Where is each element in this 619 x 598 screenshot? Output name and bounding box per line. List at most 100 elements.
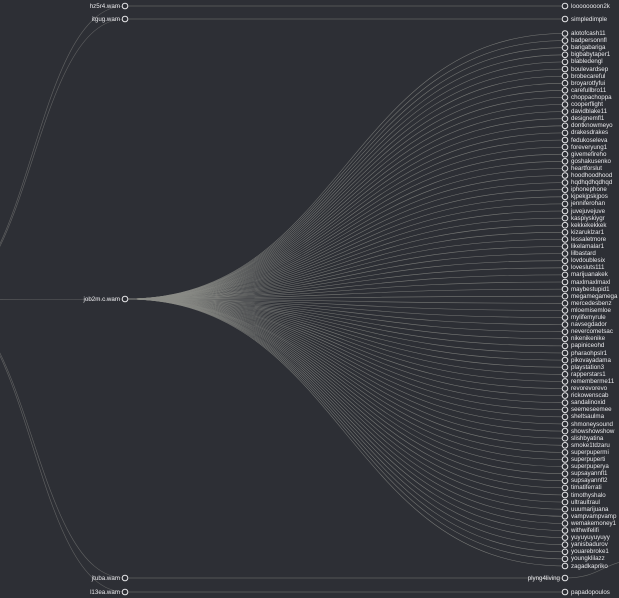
node-label: mloemisemloe xyxy=(571,306,611,314)
node-circle xyxy=(561,115,569,122)
tree-link xyxy=(124,132,566,300)
node-circle xyxy=(561,392,569,399)
node-circle xyxy=(561,186,569,193)
node-circle xyxy=(561,335,569,343)
node-label: kjpekjpskjpos xyxy=(571,193,608,201)
node-circle xyxy=(561,285,569,293)
node-circle xyxy=(561,555,569,563)
node-circle xyxy=(561,30,569,37)
node-circle xyxy=(561,15,569,23)
tree-link xyxy=(124,161,566,300)
node-circle xyxy=(561,406,569,414)
node-label: nikenikenike xyxy=(571,335,606,343)
node-circle xyxy=(561,2,569,10)
tree-link xyxy=(124,298,566,567)
node-circle xyxy=(561,520,569,527)
node-circle xyxy=(561,505,569,513)
node-label: loooooooon2k xyxy=(571,2,610,10)
node-label: sandalinoxid xyxy=(571,399,606,407)
node-circle xyxy=(561,371,569,378)
node-circle xyxy=(561,434,569,442)
node-label: supsayannfl2 xyxy=(571,477,608,485)
node-label: l13ea.wam xyxy=(90,588,120,596)
node-label: barigabariga xyxy=(571,44,606,52)
node-circle xyxy=(561,129,569,137)
node-label: juvejuvejuve xyxy=(571,207,606,215)
tree-link xyxy=(124,168,566,300)
node-circle xyxy=(561,143,569,151)
node-circle xyxy=(561,172,569,179)
node-label: marijuanakek xyxy=(571,271,608,279)
tree-link xyxy=(124,298,566,382)
tree-link xyxy=(124,203,566,300)
node-label: timothyshalo xyxy=(571,491,606,499)
node-circle xyxy=(121,588,129,596)
node-circle xyxy=(561,300,569,307)
tree-link xyxy=(124,298,566,489)
node-label: blabledengl xyxy=(571,58,603,66)
node-label: heartforslut xyxy=(571,164,602,172)
node-circle xyxy=(561,271,569,279)
node-label: maybestupid1 xyxy=(571,285,610,293)
tree-link xyxy=(124,298,566,531)
node-label: seemeseemee xyxy=(571,406,612,414)
node-circle xyxy=(561,307,569,314)
node-circle xyxy=(561,72,569,80)
node-circle xyxy=(561,292,569,300)
node-label: wemakemoney1 xyxy=(571,519,617,527)
node-circle xyxy=(561,420,569,428)
node-circle xyxy=(561,278,569,286)
node-circle xyxy=(561,37,569,44)
node-circle xyxy=(561,207,569,215)
node-circle xyxy=(561,165,569,172)
node-label: kizaruklzar1 xyxy=(571,228,605,236)
tree-link xyxy=(124,175,566,300)
incoming-link xyxy=(0,5,126,245)
node-circle xyxy=(561,498,569,506)
tree-diagram: hz5r4.wam itgug.wam job2m.c.wam jtuba.wam l1… xyxy=(0,0,619,598)
node-label: mylifemyrule xyxy=(571,314,606,321)
node-circle xyxy=(561,463,569,470)
node-label: lovdoublesix xyxy=(571,257,606,265)
node-label: itgug.wam xyxy=(91,15,120,23)
node-circle xyxy=(561,513,569,520)
node-circle xyxy=(561,243,569,250)
tree-link xyxy=(124,298,566,524)
node-label: jenniferohan xyxy=(571,200,606,208)
node-circle xyxy=(121,15,129,23)
node-label: kekkekekkek xyxy=(571,221,607,229)
node-label: cooperflight xyxy=(571,101,603,108)
node-label: youarebroke1 xyxy=(571,548,609,556)
node-label: slishbyatina xyxy=(571,434,604,442)
node-label: likelamalar1 xyxy=(571,243,605,250)
node-circle xyxy=(561,456,569,463)
tree-link xyxy=(124,232,566,300)
node-circle xyxy=(561,236,569,243)
node-circle xyxy=(561,548,569,556)
node-circle xyxy=(121,295,129,303)
node-label: yuyuyuyuyuyy xyxy=(571,534,610,542)
node-circle xyxy=(561,257,569,265)
node-circle xyxy=(561,484,569,492)
node-circle xyxy=(561,541,569,549)
node-label: carefullbro11 xyxy=(571,86,607,94)
node-label: papadopoulos xyxy=(571,588,610,596)
node-circle xyxy=(561,470,569,478)
tree-link xyxy=(124,298,566,460)
tree-link xyxy=(124,139,566,300)
tree-link xyxy=(124,298,566,467)
node-label: simpledimple xyxy=(571,15,608,23)
node-label: lovesluts111 xyxy=(571,264,605,272)
node-circle xyxy=(561,229,569,236)
node-circle xyxy=(561,356,569,364)
node-circle xyxy=(561,363,569,371)
node-circle xyxy=(561,51,569,59)
tree-link xyxy=(124,298,566,368)
node-label: davidblake11 xyxy=(571,108,608,116)
tree-link xyxy=(124,298,566,545)
node-label: choppachoppa xyxy=(571,93,612,101)
tree-link xyxy=(124,40,566,300)
tree-link xyxy=(124,298,566,474)
tree-link xyxy=(124,298,566,375)
node-label: yanisbadurov xyxy=(571,541,608,549)
